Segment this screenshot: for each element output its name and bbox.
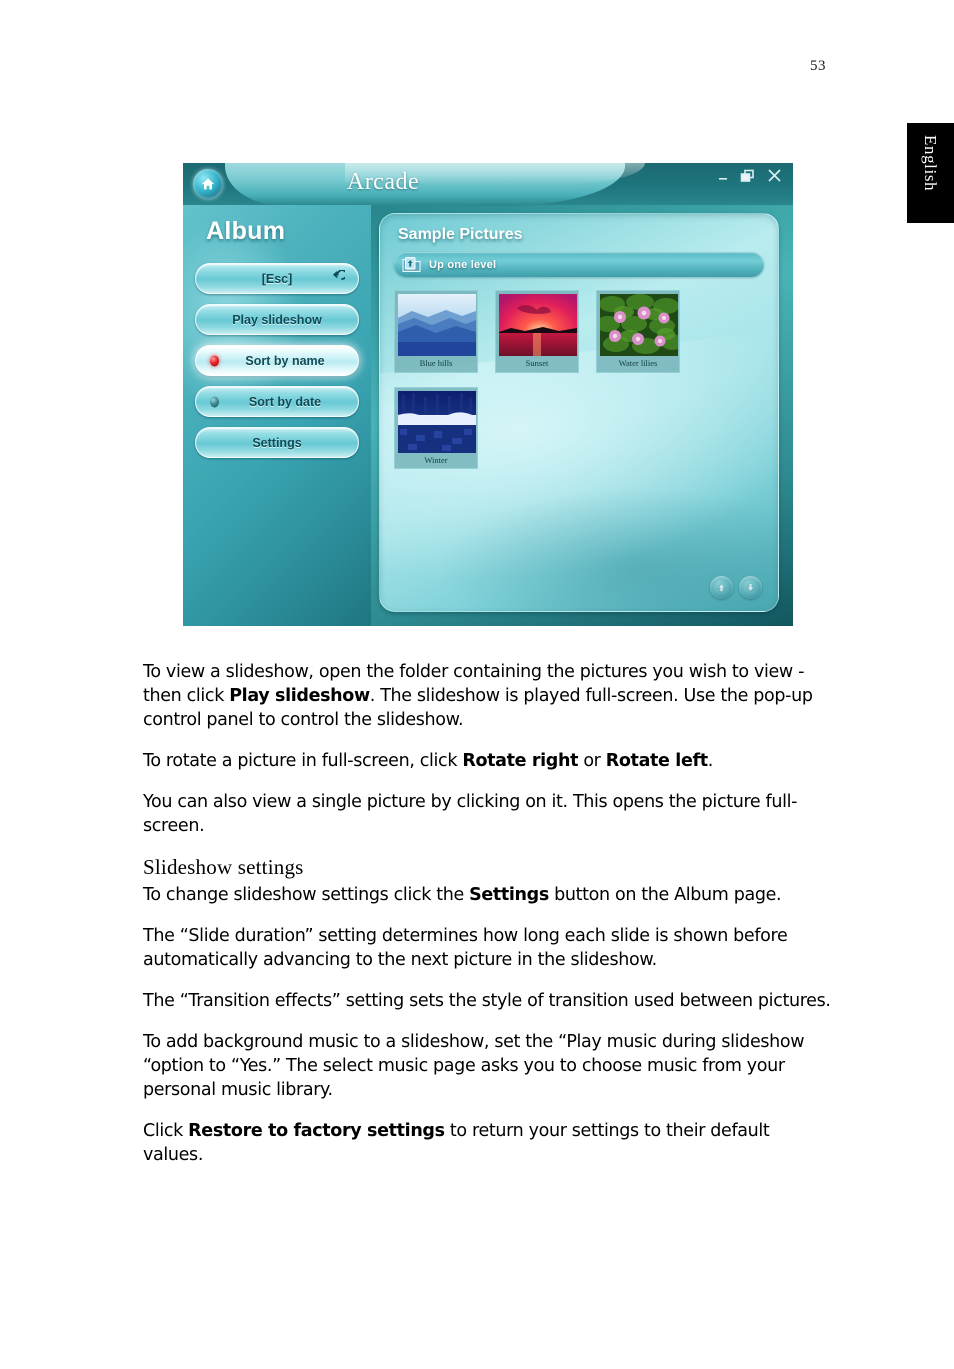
- paragraph-single-picture: You can also view a single picture by cl…: [143, 792, 798, 836]
- bold-settings: Settings: [469, 885, 549, 905]
- arcade-app-window: Arcade Album [Esc] Play slideshow Sort b…: [183, 163, 793, 626]
- sidebar-item-label: Play slideshow: [232, 312, 322, 327]
- paragraph-transition-effects: The “Transition effects” setting sets th…: [143, 991, 831, 1011]
- scroll-down-button[interactable]: [739, 576, 762, 599]
- arcade-screenshot-figure: Arcade Album [Esc] Play slideshow Sort b…: [183, 163, 793, 626]
- app-title: Arcade: [346, 169, 420, 195]
- page-title: Album: [206, 217, 286, 245]
- thumbnail-item[interactable]: Winter: [394, 386, 478, 469]
- paragraph-background-music: To add background music to a slideshow, …: [143, 1032, 805, 1100]
- language-tab: English: [907, 123, 954, 223]
- thumbnail-caption: Blue hills: [419, 358, 453, 368]
- paragraph-restore-factory: Click Restore to factory settings to ret…: [143, 1119, 833, 1167]
- sidebar-item-label: [Esc]: [261, 271, 293, 286]
- title-bar: Arcade: [183, 163, 793, 206]
- thumbnail-image-water-lilies: [600, 294, 678, 356]
- thumbnail-image-winter: [398, 390, 476, 453]
- close-icon[interactable]: [766, 167, 783, 187]
- text-run: Click: [143, 1121, 189, 1141]
- folder-title: Sample Pictures: [398, 226, 523, 243]
- thumbnail-grid: Blue hills Sunset Water lilies Winter: [394, 290, 764, 469]
- restore-icon[interactable]: [740, 169, 756, 186]
- sidebar-item-label: Settings: [252, 435, 302, 450]
- section-heading-slideshow-settings: Slideshow settings: [143, 855, 304, 879]
- bold-restore-factory-settings: Restore to factory settings: [188, 1121, 445, 1141]
- scroll-up-button[interactable]: [710, 576, 733, 599]
- page-number: 53: [810, 58, 826, 74]
- text-run: button on the Album page.: [548, 885, 782, 905]
- sidebar-item-label: Sort by name: [245, 353, 325, 368]
- thumbnail-item[interactable]: Blue hills: [394, 290, 478, 373]
- paragraph-slide-duration: The “Slide duration” setting determines …: [143, 926, 788, 970]
- sidebar-item-sort-by-date[interactable]: Sort by date: [195, 386, 359, 417]
- sidebar-item-esc[interactable]: [Esc]: [195, 263, 359, 294]
- text-run: To change slideshow settings click the: [143, 885, 470, 905]
- home-icon[interactable]: [193, 169, 223, 199]
- up-one-level-label: Up one level: [429, 258, 497, 271]
- sidebar-item-play-slideshow[interactable]: Play slideshow: [195, 304, 359, 335]
- document-body: To view a slideshow, open the folder con…: [143, 660, 833, 1184]
- up-one-level-button[interactable]: Up one level: [394, 252, 764, 277]
- back-arrow-icon: [331, 268, 348, 288]
- paragraph-view-slideshow: To view a slideshow, open the folder con…: [143, 660, 833, 732]
- thumbnail-item[interactable]: Water lilies: [596, 290, 680, 373]
- sidebar-menu: [Esc] Play slideshow Sort by name Sort b…: [195, 263, 359, 468]
- led-indicator-off-icon: [210, 396, 219, 407]
- thumbnail-item[interactable]: Sunset: [495, 290, 579, 373]
- scroll-arrows: [710, 576, 762, 599]
- thumbnail-image-blue-hills: [398, 294, 476, 356]
- text-run: or: [578, 751, 606, 771]
- thumbnail-caption: Winter: [424, 454, 448, 465]
- thumbnail-caption: Sunset: [525, 358, 549, 368]
- sidebar-item-settings[interactable]: Settings: [195, 427, 359, 458]
- text-run: To rotate a picture in full-screen, clic…: [143, 751, 463, 771]
- sidebar-item-sort-by-name[interactable]: Sort by name: [195, 345, 359, 376]
- bold-rotate-right: Rotate right: [462, 751, 579, 771]
- sidebar-item-label: Sort by date: [248, 394, 322, 409]
- paragraph-rotate: To rotate a picture in full-screen, clic…: [143, 749, 833, 773]
- window-controls: [716, 167, 783, 187]
- thumbnail-image-sunset: [499, 294, 577, 356]
- bold-play-slideshow: Play slideshow: [229, 686, 370, 706]
- text-run: .: [707, 751, 714, 771]
- sidebar: Album [Esc] Play slideshow Sort by name …: [183, 205, 371, 626]
- content-panel: Sample Pictures Up one level Blue hills …: [379, 213, 779, 612]
- folder-up-icon: [402, 256, 421, 273]
- minimize-icon[interactable]: [716, 169, 730, 186]
- led-indicator-on-icon: [210, 355, 219, 366]
- bold-rotate-left: Rotate left: [605, 751, 708, 771]
- thumbnail-caption: Water lilies: [618, 358, 658, 368]
- paragraph-change-settings: To change slideshow settings click the S…: [143, 883, 833, 907]
- language-tab-label: English: [921, 135, 940, 192]
